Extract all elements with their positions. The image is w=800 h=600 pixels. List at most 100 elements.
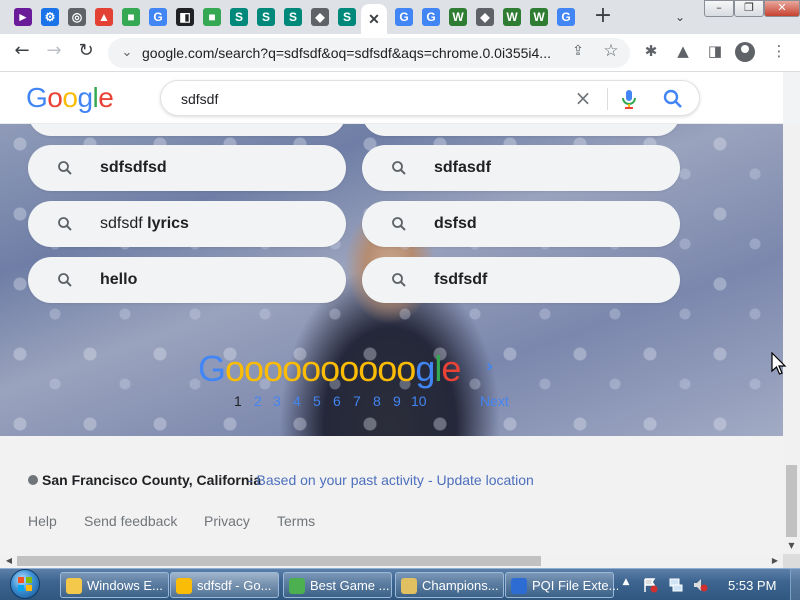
windows-taskbar: ▲ 5:53 PM Windows E... sdfsdf - Go... Best… xyxy=(0,568,800,600)
tab-16[interactable]: G xyxy=(418,4,444,30)
reload-icon[interactable]: ↻ xyxy=(72,40,100,66)
tab-17[interactable]: W xyxy=(445,4,471,30)
tab-18[interactable]: ◆ xyxy=(472,4,498,30)
pagination-logo-letter: o xyxy=(377,348,397,389)
related-hello[interactable]: hello xyxy=(28,257,346,303)
show-desktop-button[interactable] xyxy=(790,569,800,600)
related-fsdfsdf[interactable]: fsdfsdf xyxy=(362,257,680,303)
address-bar[interactable]: ⌄ google.com/search?q=sdfsdf&oq=sdfsdf&a… xyxy=(108,38,630,68)
page-link-6[interactable]: 6 xyxy=(333,393,341,409)
tab-9[interactable]: S xyxy=(226,4,252,30)
tab-21[interactable]: G xyxy=(553,4,579,30)
tab-5[interactable]: ■ xyxy=(118,4,144,30)
page-link-2[interactable]: 2 xyxy=(254,393,262,409)
tab-12[interactable]: ◆ xyxy=(307,4,333,30)
forward-arrow-icon[interactable]: → xyxy=(40,40,68,66)
tab-favicon-icon: ⚙ xyxy=(41,8,59,26)
tab-6[interactable]: G xyxy=(145,4,171,30)
scroll-left-arrow-icon[interactable]: ◀ xyxy=(3,555,15,567)
related-sdfsdf-lyrics[interactable]: sdfsdf lyrics xyxy=(28,201,346,247)
horizontal-scroll-thumb[interactable] xyxy=(17,556,541,566)
send-feedback-link[interactable]: Send feedback xyxy=(84,513,177,529)
related-sdfasdf[interactable]: sdfasdf xyxy=(362,145,680,191)
tab-3[interactable]: ◎ xyxy=(64,4,90,30)
search-icon xyxy=(58,161,72,175)
page-link-3[interactable]: 3 xyxy=(273,393,281,409)
back-arrow-icon[interactable]: ← xyxy=(8,40,36,66)
related-search-chip-partial[interactable] xyxy=(362,124,680,136)
page-link-10[interactable]: 10 xyxy=(411,393,427,409)
search-input[interactable]: sdfsdf xyxy=(181,91,218,107)
close-tab-icon[interactable]: ✕ xyxy=(365,10,383,28)
clear-search-icon[interactable]: × xyxy=(571,86,595,110)
page-link-7[interactable]: 7 xyxy=(353,393,361,409)
url-text[interactable]: google.com/search?q=sdfsdf&oq=sdfsdf&aqs… xyxy=(142,45,562,61)
tab-favicon-icon: S xyxy=(257,8,275,26)
profile-avatar[interactable] xyxy=(735,42,755,62)
show-hidden-icons-arrow-icon[interactable]: ▲ xyxy=(620,577,632,591)
site-info-icon[interactable]: ⌄ xyxy=(118,44,136,62)
task-app-icon xyxy=(66,578,82,594)
related-search-chip-partial[interactable] xyxy=(28,124,346,136)
results-background-image: Goooooooooogle › 1 2 3 4 5 6 7 8 9 10 Next sdfsd… xyxy=(0,124,783,436)
related-sdfsdfsd[interactable]: sdfsdfsd xyxy=(28,145,346,191)
close-window-button[interactable]: ✕ xyxy=(764,0,800,17)
tab-favicon-icon: W xyxy=(530,8,548,26)
page-link-5[interactable]: 5 xyxy=(313,393,321,409)
next-page-link[interactable]: Next xyxy=(480,393,509,409)
extensions-puzzle-icon[interactable]: ✱ xyxy=(640,42,662,64)
task-label: Windows E... xyxy=(87,578,163,593)
google-logo[interactable]: Google xyxy=(26,82,114,114)
pagination-logo-letter: G xyxy=(198,348,226,389)
tab-8[interactable]: ■ xyxy=(199,4,225,30)
action-center-flag-icon[interactable] xyxy=(642,577,658,593)
help-link[interactable]: Help xyxy=(28,513,57,529)
vertical-scroll-thumb[interactable] xyxy=(786,465,797,537)
google-header: Google sdfsdf × xyxy=(0,72,783,124)
task-chrome-sdfsdf[interactable]: sdfsdf - Go... xyxy=(170,572,279,598)
network-icon[interactable] xyxy=(668,577,684,593)
tab-15[interactable]: G xyxy=(391,4,417,30)
next-page-arrow-icon[interactable]: › xyxy=(486,356,493,377)
tab-11[interactable]: S xyxy=(280,4,306,30)
terms-link[interactable]: Terms xyxy=(277,513,315,529)
tab-favicon-icon: S xyxy=(284,8,302,26)
tab-1[interactable]: ► xyxy=(10,4,36,30)
past-activity-link[interactable]: - Based on your past activity xyxy=(248,472,424,488)
bookmark-star-icon[interactable]: ☆ xyxy=(600,41,622,63)
tab-7[interactable]: ◧ xyxy=(172,4,198,30)
side-panel-icon[interactable]: ◨ xyxy=(704,42,726,64)
tab-2[interactable]: ⚙ xyxy=(37,4,63,30)
microphone-icon[interactable] xyxy=(617,87,641,111)
search-icon[interactable] xyxy=(661,87,685,111)
update-location-link[interactable]: - Update location xyxy=(428,472,534,488)
labs-flask-icon[interactable]: ▲ xyxy=(672,42,694,64)
task-best-game[interactable]: Best Game ... xyxy=(283,572,392,598)
minimize-button[interactable]: – xyxy=(704,0,734,17)
volume-muted-icon[interactable] xyxy=(692,577,708,593)
new-tab-button[interactable]: + xyxy=(590,5,616,29)
related-dsfsd[interactable]: dsfsd xyxy=(362,201,680,247)
task-champions[interactable]: Champions... xyxy=(395,572,504,598)
tab-search-chevron-icon[interactable]: ⌄ xyxy=(670,7,690,27)
privacy-link[interactable]: Privacy xyxy=(204,513,250,529)
scroll-down-arrow-icon[interactable]: ▼ xyxy=(786,541,797,552)
tab-20[interactable]: W xyxy=(526,4,552,30)
tab-19[interactable]: W xyxy=(499,4,525,30)
maximize-button[interactable]: ❐ xyxy=(734,0,764,17)
share-icon[interactable]: ⇪ xyxy=(568,43,588,63)
page-link-4[interactable]: 4 xyxy=(293,393,301,409)
search-box[interactable]: sdfsdf × xyxy=(160,80,700,116)
system-clock[interactable]: 5:53 PM xyxy=(728,578,776,593)
tab-13[interactable]: S xyxy=(334,4,360,30)
task-pqi-file[interactable]: PQI File Exte... xyxy=(505,572,618,598)
task-windows-explorer[interactable]: Windows E... xyxy=(60,572,169,598)
tab-14-active[interactable]: ✕ xyxy=(361,4,387,34)
kebab-menu-icon[interactable]: ⋮ xyxy=(768,42,790,64)
start-button[interactable] xyxy=(4,569,48,600)
scroll-right-arrow-icon[interactable]: ▶ xyxy=(769,555,781,567)
tab-10[interactable]: S xyxy=(253,4,279,30)
page-link-8[interactable]: 8 xyxy=(373,393,381,409)
page-link-9[interactable]: 9 xyxy=(393,393,401,409)
tab-4[interactable]: ▲ xyxy=(91,4,117,30)
